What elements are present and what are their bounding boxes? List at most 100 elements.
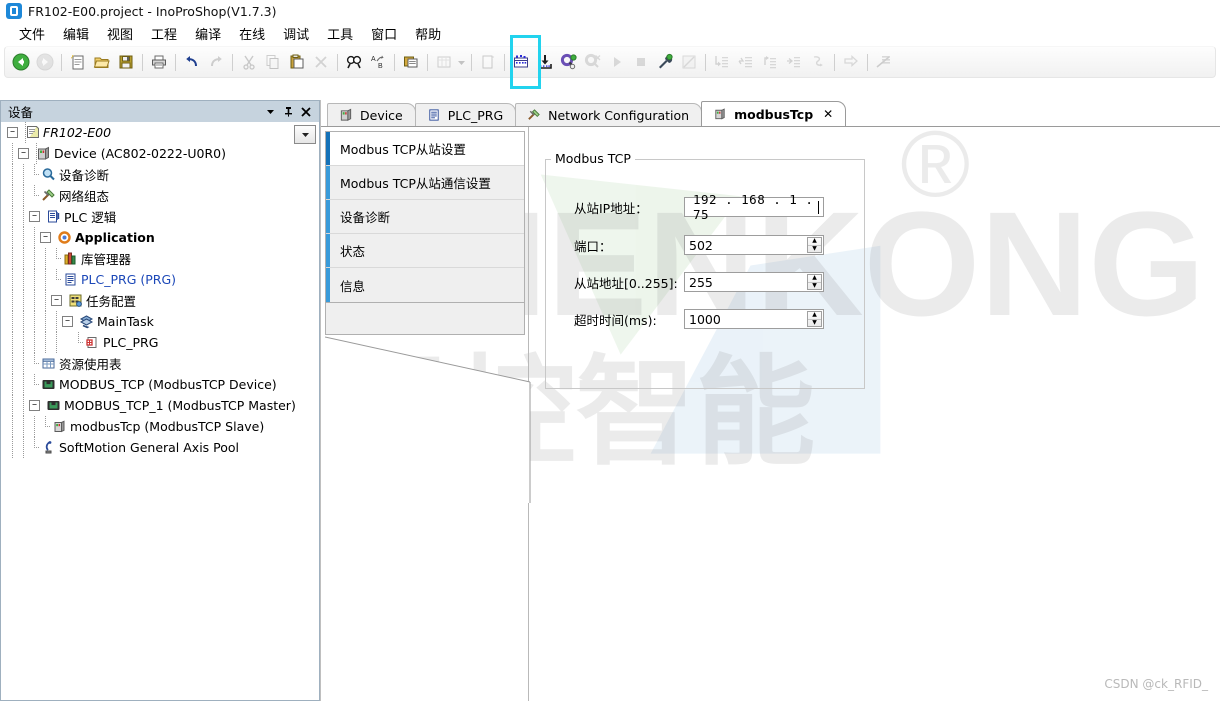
tree-node-task-configuration[interactable]: − 任务配置 (1, 290, 319, 311)
spinner-down-icon[interactable]: ▼ (808, 319, 821, 327)
resource-table-icon (40, 356, 56, 372)
undo-button[interactable] (180, 50, 204, 74)
paste-button[interactable] (285, 50, 309, 74)
menu-item-window[interactable]: 窗口 (362, 22, 406, 45)
menu-item-debug[interactable]: 调试 (274, 22, 318, 45)
svg-text:B: B (378, 63, 383, 70)
tree-node-softmotion-axis-pool[interactable]: SoftMotion General Axis Pool (1, 437, 319, 458)
tab-device[interactable]: Device (327, 103, 416, 126)
tab-modbustcp[interactable]: modbusTcp ✕ (701, 101, 847, 126)
build-config-button[interactable] (653, 50, 677, 74)
side-tabs-skirt (325, 301, 525, 335)
response-timeout-row: 超时时间(ms): 1000 ▲ ▼ (574, 309, 824, 329)
find-button[interactable] (342, 50, 366, 74)
tree-node-modbus-tcp-device[interactable]: MODBUS_TCP (ModbusTCP Device) (1, 374, 319, 395)
slave-address-label: 从站地址[0..255]: (574, 275, 678, 291)
tree-expander[interactable]: − (51, 295, 62, 306)
properties-button[interactable] (399, 50, 423, 74)
replace-button[interactable]: AB (366, 50, 390, 74)
panel-pin-button[interactable] (279, 103, 297, 121)
menu-item-view[interactable]: 视图 (98, 22, 142, 45)
menu-item-edit[interactable]: 编辑 (54, 22, 98, 45)
tree-guide (29, 290, 40, 311)
side-tab-device-diagnosis[interactable]: 设备诊断 (326, 200, 524, 234)
redo-button (204, 50, 228, 74)
slave-ip-address-input[interactable]: 192 . 168 . 1 . 75 (684, 192, 824, 222)
port-spinner[interactable]: ▲ ▼ (807, 237, 822, 253)
tree-expander[interactable]: − (29, 211, 40, 222)
logout-button (581, 50, 605, 74)
tree-node-resource-table[interactable]: 资源使用表 (1, 353, 319, 374)
back-button[interactable] (9, 50, 33, 74)
side-tab-modbus-tcp-slave-settings[interactable]: Modbus TCP从站设置 (326, 132, 524, 166)
panel-close-button[interactable] (297, 103, 315, 121)
side-tab-modbus-tcp-slave-comm-settings[interactable]: Modbus TCP从站通信设置 (326, 166, 524, 200)
tree-expander[interactable]: − (18, 148, 29, 159)
step-over-button (734, 50, 758, 74)
response-timeout-input[interactable]: 1000 ▲ ▼ (684, 309, 824, 329)
tree-node-task-call-plc-prg[interactable]: PLC_PRG (1, 332, 319, 353)
tree-guide (40, 248, 51, 269)
devices-tree[interactable]: − FR102-E00 − Device (AC802-0222-U0R0) 设… (0, 122, 320, 701)
tree-guide (51, 332, 62, 353)
new-project-button[interactable] (66, 50, 90, 74)
tree-node-library-manager[interactable]: 库管理器 (1, 248, 319, 269)
menu-item-file[interactable]: 文件 (10, 22, 54, 45)
slave-address-spinner[interactable]: ▲ ▼ (807, 274, 822, 290)
tree-expander[interactable]: − (40, 232, 51, 243)
tree-expander[interactable]: − (62, 316, 73, 327)
tree-node-maintask[interactable]: − MainTask (1, 311, 319, 332)
tree-node-network-config[interactable]: 网络组态 (1, 185, 319, 206)
tab-strip-underline (321, 126, 1220, 127)
tree-expander[interactable]: − (7, 127, 18, 138)
print-button[interactable] (147, 50, 171, 74)
run-button (605, 50, 629, 74)
menu-item-compile[interactable]: 编译 (186, 22, 230, 45)
menu-item-help[interactable]: 帮助 (406, 22, 450, 45)
tree-node-plc-prg-pou[interactable]: PLC_PRG (PRG) (1, 269, 319, 290)
open-project-button[interactable] (90, 50, 114, 74)
save-project-button[interactable] (114, 50, 138, 74)
toolbar-separator (61, 53, 62, 71)
main-toolbar: AB (4, 35, 1216, 89)
tree-node-label: modbusTcp (ModbusTCP Slave) (70, 419, 265, 434)
tree-node-modbus-tcp-slave[interactable]: modbusTcp (ModbusTCP Slave) (1, 416, 319, 437)
tree-guide (29, 164, 40, 185)
side-tab-label: 状态 (340, 244, 366, 259)
menu-item-project[interactable]: 工程 (142, 22, 186, 45)
tree-expander[interactable]: − (29, 400, 40, 411)
login-connect-button[interactable] (557, 50, 581, 74)
slave-address-input[interactable]: 255 ▲ ▼ (684, 272, 824, 292)
tree-guide (29, 353, 40, 374)
tree-guide (18, 185, 29, 206)
tree-node-device[interactable]: − Device (AC802-0222-U0R0) (1, 143, 319, 164)
tree-node-modbus-tcp-master[interactable]: − MODBUS_TCP_1 (ModbusTCP Master) (1, 395, 319, 416)
side-tab-status[interactable]: 状态 (326, 234, 524, 268)
tab-network-configuration[interactable]: Network Configuration (515, 103, 703, 126)
tree-node-label: MODBUS_TCP_1 (ModbusTCP Master) (64, 398, 296, 413)
side-panel-diagonal-edge (324, 307, 531, 503)
tree-guide (51, 269, 62, 290)
tree-guide (18, 311, 29, 332)
response-timeout-value: 1000 (689, 311, 721, 327)
port-input[interactable]: 502 ▲ ▼ (684, 235, 824, 255)
close-icon[interactable]: ✕ (823, 107, 833, 121)
side-tab-information[interactable]: 信息 (326, 268, 524, 302)
breakpoint-toggle-button (872, 50, 896, 74)
panel-menu-button[interactable] (261, 103, 279, 121)
tree-node-project[interactable]: − FR102-E00 (1, 122, 319, 143)
tree-node-device-diagnosis[interactable]: 设备诊断 (1, 164, 319, 185)
tab-plc-prg[interactable]: PLC_PRG (414, 103, 517, 126)
response-timeout-spinner[interactable]: ▲ ▼ (807, 311, 822, 327)
tree-guide (7, 164, 18, 185)
menu-item-tools[interactable]: 工具 (318, 22, 362, 45)
spinner-down-icon[interactable]: ▼ (808, 282, 821, 290)
slave-ip-address-row: 从站IP地址： 192 . 168 . 1 . 75 (574, 192, 824, 222)
menu-item-online[interactable]: 在线 (230, 22, 274, 45)
tree-node-application[interactable]: − Application (1, 227, 319, 248)
spinner-down-icon[interactable]: ▼ (808, 245, 821, 253)
compile-button[interactable] (509, 50, 533, 74)
download-button[interactable] (533, 50, 557, 74)
tree-guide (18, 164, 29, 185)
tree-node-plc-logic[interactable]: − PLC 逻辑 (1, 206, 319, 227)
